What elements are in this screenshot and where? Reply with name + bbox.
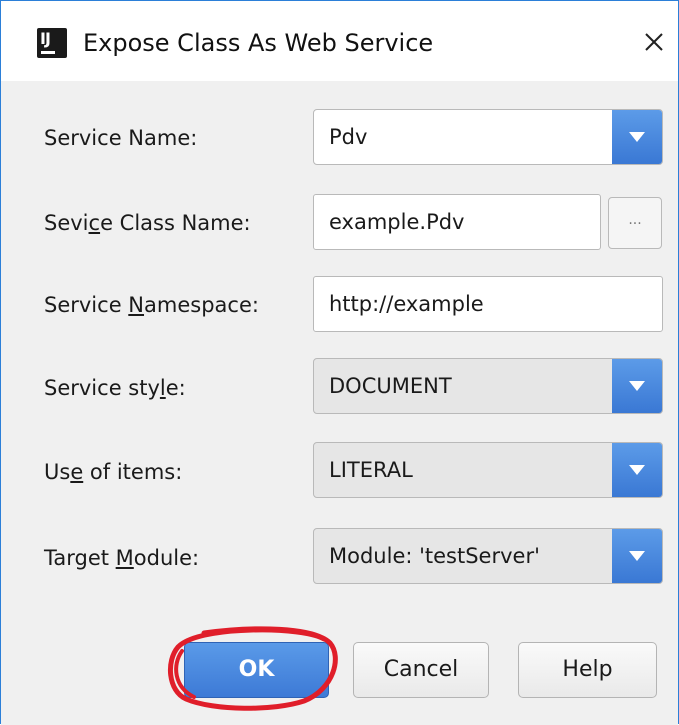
service-namespace-label: Service Namespace: — [44, 293, 259, 317]
title-bar: IJ Expose Class As Web Service — [1, 1, 678, 81]
service-namespace-field[interactable]: http://example — [313, 276, 663, 332]
target-module-combo[interactable]: Module: 'testServer' — [313, 528, 663, 584]
use-of-items-label: Use of items: — [44, 460, 183, 484]
chevron-down-icon — [629, 132, 645, 142]
service-name-combo[interactable]: Pdv — [313, 109, 663, 165]
service-name-dropdown-button[interactable] — [612, 110, 662, 164]
use-of-items-value: LITERAL — [329, 458, 413, 482]
expose-class-dialog: IJ Expose Class As Web Service Service N… — [0, 0, 679, 725]
service-class-name-label: Sevice Class Name: — [44, 211, 251, 235]
service-class-name-field[interactable]: example.Pdv — [313, 194, 601, 250]
intellij-idea-icon: IJ — [37, 28, 67, 58]
close-button[interactable] — [637, 25, 671, 59]
chevron-down-icon — [629, 381, 645, 391]
service-name-label: Service Name: — [44, 126, 198, 150]
service-style-label: Service style: — [44, 376, 186, 400]
service-style-value: DOCUMENT — [329, 374, 452, 398]
use-of-items-dropdown-button[interactable] — [612, 443, 662, 497]
target-module-value: Module: 'testServer' — [329, 544, 540, 568]
ok-button[interactable]: OK — [184, 642, 329, 698]
target-module-dropdown-button[interactable] — [612, 529, 662, 583]
chevron-down-icon — [629, 551, 645, 561]
chevron-down-icon — [629, 465, 645, 475]
dialog-body: Service Name: Pdv Sevice Class Name: exa… — [1, 81, 678, 725]
cancel-button[interactable]: Cancel — [353, 642, 489, 698]
dialog-title: Expose Class As Web Service — [83, 29, 434, 57]
ellipsis-icon: ... — [628, 212, 642, 228]
close-icon — [645, 33, 663, 51]
use-of-items-combo[interactable]: LITERAL — [313, 442, 663, 498]
service-style-combo[interactable]: DOCUMENT — [313, 358, 663, 414]
browse-class-button[interactable]: ... — [608, 197, 662, 249]
target-module-label: Target Module: — [44, 546, 200, 570]
help-button[interactable]: Help — [518, 642, 657, 698]
service-style-dropdown-button[interactable] — [612, 359, 662, 413]
service-name-value: Pdv — [329, 125, 368, 149]
